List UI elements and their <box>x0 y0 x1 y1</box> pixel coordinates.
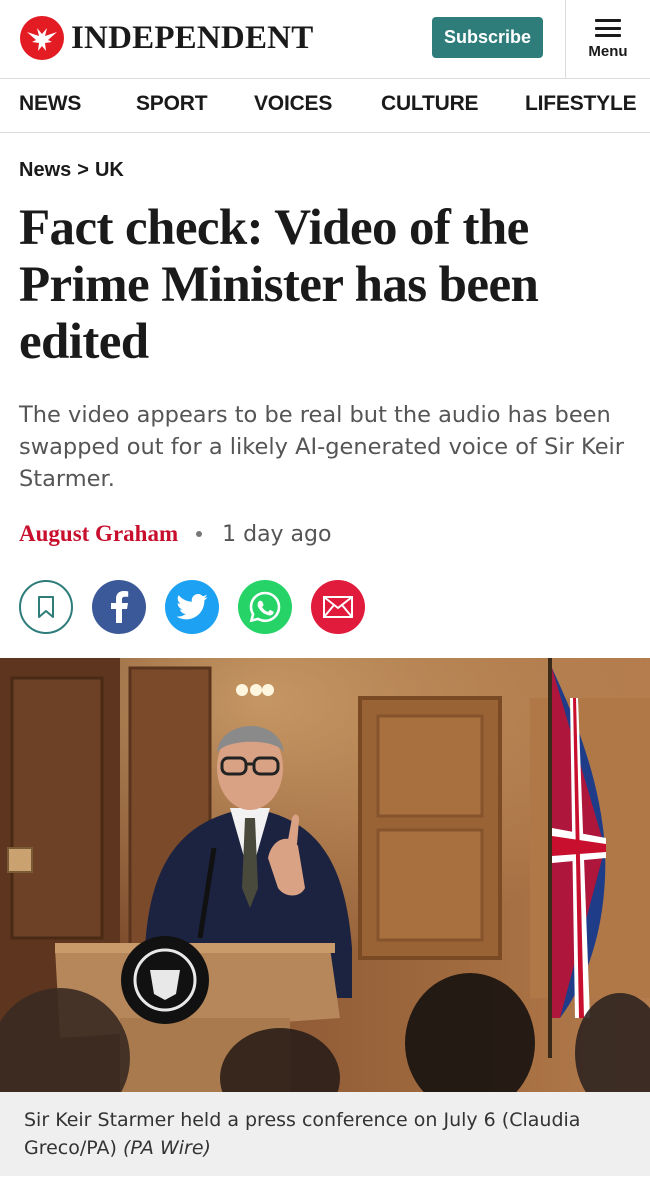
email-share-button[interactable] <box>311 580 365 634</box>
nav-item-lifestyle[interactable]: LIFESTYLE <box>525 92 637 116</box>
breadcrumb: News > UK <box>19 159 124 182</box>
breadcrumb-uk[interactable]: UK <box>95 159 124 181</box>
facebook-share-button[interactable] <box>92 580 146 634</box>
whatsapp-icon <box>249 591 281 623</box>
byline-dot <box>196 531 203 537</box>
article-headline: Fact check: Video of the Prime Minister … <box>19 200 539 370</box>
article-image[interactable] <box>0 658 650 1092</box>
caption-credit: (PA Wire) <box>122 1137 211 1159</box>
twitter-share-button[interactable] <box>165 580 219 634</box>
nav-item-sport[interactable]: SPORT <box>136 92 208 116</box>
bookmark-button[interactable] <box>19 580 73 634</box>
byline: August Graham 1 day ago <box>19 521 331 547</box>
hamburger-icon <box>595 19 621 37</box>
subscribe-button[interactable]: Subscribe <box>432 17 543 58</box>
breadcrumb-news[interactable]: News <box>19 159 71 181</box>
menu-button[interactable]: Menu <box>566 0 650 79</box>
eagle-logo-icon <box>20 16 64 60</box>
breadcrumb-separator: > <box>77 159 89 181</box>
nav-item-voices[interactable]: VOICES <box>254 92 332 116</box>
email-icon <box>323 596 353 618</box>
nav-item-news[interactable]: NEWS <box>19 92 81 116</box>
facebook-icon <box>111 591 129 623</box>
menu-label: Menu <box>588 43 628 60</box>
brand-wordmark: INDEPENDENT <box>71 19 314 56</box>
independent-logo[interactable]: INDEPENDENT <box>19 14 313 62</box>
caption-text: Sir Keir Starmer held a press conference… <box>24 1109 581 1159</box>
press-conference-photo <box>0 658 650 1092</box>
published-time: 1 day ago <box>222 521 332 547</box>
nav-item-culture[interactable]: CULTURE <box>381 92 479 116</box>
twitter-icon <box>176 594 208 620</box>
bookmark-icon <box>38 596 54 618</box>
article-standfirst: The video appears to be real but the aud… <box>19 402 625 492</box>
image-caption: Sir Keir Starmer held a press conference… <box>0 1092 650 1176</box>
site-header: INDEPENDENT Subscribe Menu <box>0 0 650 79</box>
page-bottom <box>0 1176 650 1200</box>
section-nav: NEWS SPORT VOICES CULTURE LIFESTYLE <box>0 79 650 133</box>
author-link[interactable]: August Graham <box>19 521 178 547</box>
whatsapp-share-button[interactable] <box>238 580 292 634</box>
share-bar <box>19 580 384 634</box>
